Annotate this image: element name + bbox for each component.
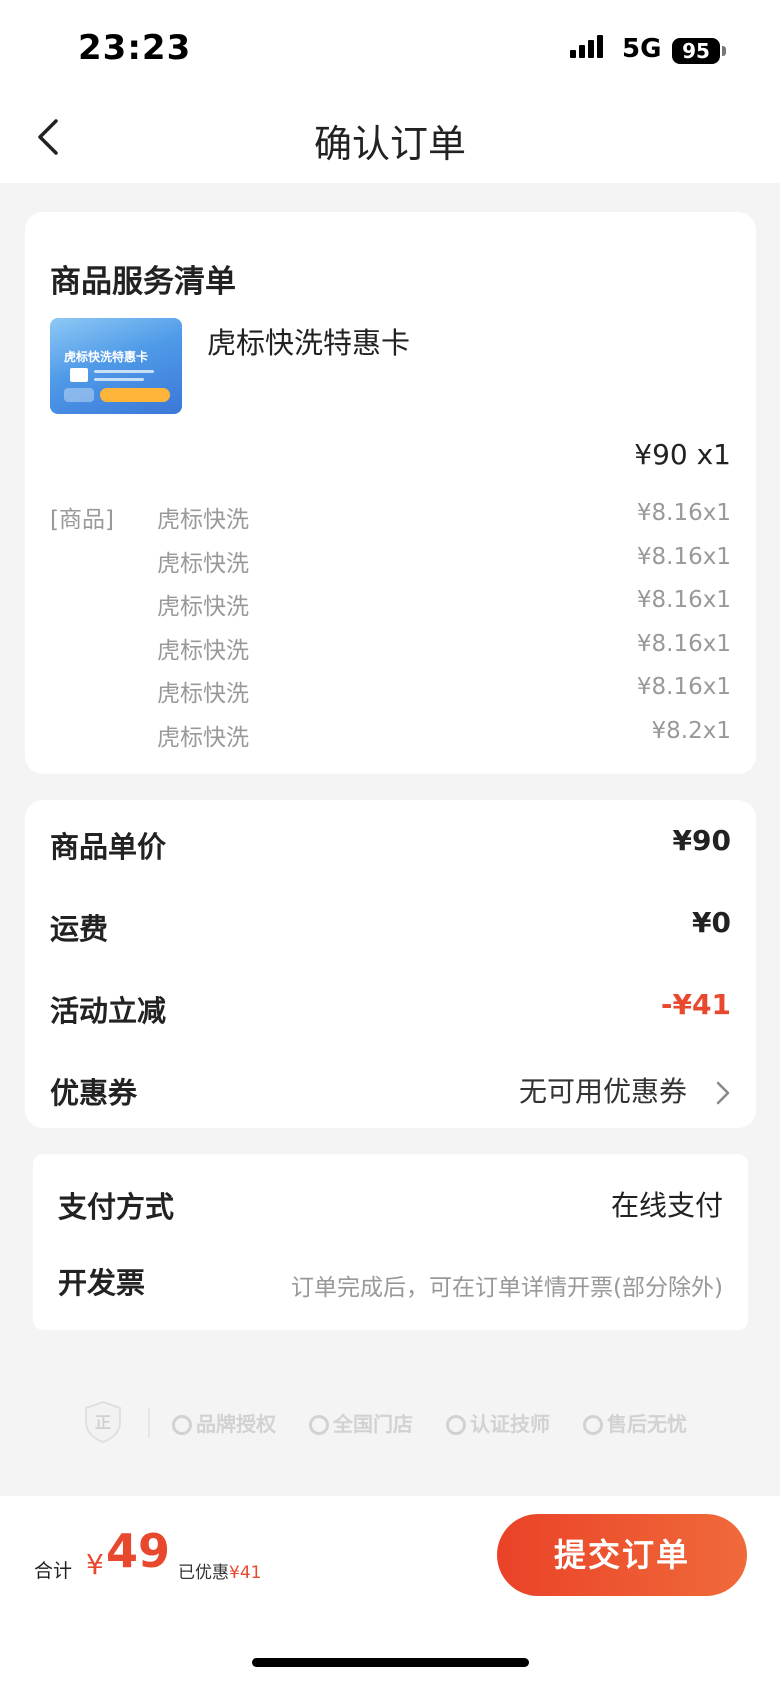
product-price-qty: ¥90 x1 (634, 438, 731, 471)
service-icon (583, 1415, 603, 1435)
store-icon (309, 1415, 329, 1435)
invoice-row[interactable]: 开发票 订单完成后，可在订单详情开票(部分除外) (58, 1260, 723, 1310)
trust-item-aftersales: 售后无忧 (583, 1408, 687, 1437)
item-name: 虎标快洗 (157, 507, 249, 533)
network-type: 5G (622, 34, 662, 64)
item-name: 虎标快洗 (157, 637, 249, 664)
saved-amount: 已优惠¥41 (178, 1558, 261, 1583)
trust-item-label: 认证技师 (470, 1412, 550, 1436)
saved-label: 已优惠 (178, 1563, 229, 1583)
unit-price-label: 商品单价 (50, 830, 167, 864)
included-items-list: [商品] 虎标快洗 ¥8.16x1 虎标快洗 ¥8.16x1 虎标快洗 ¥8.1… (50, 500, 731, 761)
thumbnail-price-chip (100, 388, 170, 402)
invoice-label: 开发票 (58, 1266, 146, 1300)
genuine-badge-text: 正 (95, 1413, 111, 1432)
order-items-card: 商品服务清单 虎标快洗特惠卡 虎标快洗特惠卡 ¥90 x1 [商品] 虎标快洗 … (25, 212, 756, 774)
heart-shield-icon (172, 1415, 192, 1435)
product-thumbnail[interactable]: 虎标快洗特惠卡 (50, 318, 182, 414)
payment-method-row[interactable]: 支付方式 在线支付 (58, 1184, 723, 1234)
item-price: ¥8.16x1 (636, 587, 731, 613)
item-price: ¥8.16x1 (636, 543, 731, 570)
item-name: 虎标快洗 (157, 681, 249, 707)
chevron-right-icon[interactable] (715, 1080, 731, 1106)
item-name: 虎标快洗 (157, 550, 249, 577)
submit-order-button[interactable]: 提交订单 (497, 1514, 747, 1596)
thumbnail-line (94, 370, 154, 373)
item-name: 虎标快洗 (157, 724, 249, 751)
list-item: 虎标快洗 ¥8.16x1 (50, 631, 731, 675)
thumbnail-chip (64, 388, 94, 402)
list-item: 虎标快洗 ¥8.16x1 (50, 587, 731, 631)
shipping-label: 运费 (50, 912, 109, 946)
status-time: 23:23 (78, 28, 192, 68)
battery-tip (722, 46, 726, 56)
saved-value: ¥41 (229, 1563, 262, 1583)
trust-item-label: 售后无忧 (607, 1412, 687, 1436)
item-price: ¥8.16x1 (636, 500, 731, 526)
check-shield-icon (446, 1415, 466, 1435)
discount-label: 活动立减 (50, 994, 167, 1028)
coupon-value[interactable]: 无可用优惠券 (519, 1070, 687, 1110)
unit-price-value: ¥90 (672, 824, 731, 857)
home-indicator[interactable] (252, 1658, 529, 1667)
item-tag: [商品] (50, 507, 114, 533)
genuine-shield-icon: 正 (85, 1400, 121, 1444)
invoice-hint: 订单完成后，可在订单详情开票(部分除外) (291, 1275, 723, 1301)
thumbnail-title: 虎标快洗特惠卡 (64, 350, 149, 364)
item-price: ¥8.16x1 (636, 630, 731, 657)
payment-method-label: 支付方式 (58, 1190, 175, 1224)
payment-card: 支付方式 在线支付 开发票 订单完成后，可在订单详情开票(部分除外) (33, 1154, 748, 1330)
signal-icon (570, 35, 603, 58)
currency-symbol: ¥ (86, 1548, 104, 1581)
battery-icon: 95 (672, 38, 720, 64)
item-name: 虎标快洗 (157, 594, 249, 620)
payment-method-value[interactable]: 在线支付 (611, 1184, 723, 1224)
nav-bar: 确认订单 (0, 95, 780, 183)
coupon-label: 优惠券 (50, 1076, 138, 1110)
unit-price-row: 商品单价 ¥90 (50, 824, 731, 874)
item-price: ¥8.2x1 (651, 717, 731, 744)
list-item: [商品] 虎标快洗 ¥8.16x1 (50, 500, 731, 544)
trust-item-label: 全国门店 (333, 1412, 413, 1436)
shipping-row: 运费 ¥0 (50, 906, 731, 956)
trust-badges: 正 品牌授权 全国门店 认证技师 售后无忧 (0, 1400, 780, 1460)
total-label: 合计 (34, 1560, 73, 1582)
status-bar: 23:23 5G 95 (0, 0, 780, 95)
product-name[interactable]: 虎标快洗特惠卡 (207, 320, 410, 362)
trust-item-brand: 品牌授权 (172, 1408, 276, 1437)
item-price: ¥8.16x1 (636, 674, 731, 700)
discount-value: -¥41 (660, 988, 731, 1021)
trust-item-technician: 认证技师 (446, 1408, 550, 1437)
trust-item-stores: 全国门店 (309, 1408, 413, 1437)
thumbnail-line (94, 378, 144, 381)
shipping-value: ¥0 (692, 906, 731, 939)
total-amount: 49 (106, 1524, 171, 1578)
page-title: 确认订单 (313, 122, 466, 166)
pricing-card: 商品单价 ¥90 运费 ¥0 活动立减 -¥41 优惠券 无可用优惠券 (25, 800, 756, 1128)
coupon-row[interactable]: 优惠券 无可用优惠券 (50, 1070, 731, 1120)
trust-item-label: 品牌授权 (196, 1412, 276, 1436)
list-item: 虎标快洗 ¥8.16x1 (50, 544, 731, 588)
list-item: 虎标快洗 ¥8.16x1 (50, 674, 731, 718)
divider (148, 1408, 150, 1438)
thumbnail-badge (70, 368, 88, 382)
list-item: 虎标快洗 ¥8.2x1 (50, 718, 731, 762)
section-title: 商品服务清单 (50, 264, 236, 300)
discount-row: 活动立减 -¥41 (50, 988, 731, 1038)
